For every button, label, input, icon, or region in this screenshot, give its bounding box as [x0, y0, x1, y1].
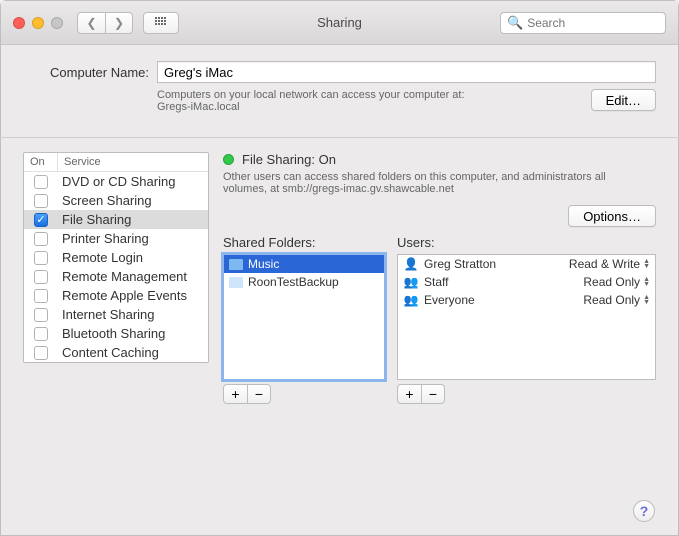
user-icon: 👤 [403, 257, 419, 271]
service-checkbox[interactable] [34, 289, 48, 303]
service-checkbox[interactable] [34, 308, 48, 322]
permission-stepper[interactable]: ▲▼ [643, 295, 650, 305]
service-name: DVD or CD Sharing [58, 174, 175, 189]
permission-value: Read Only [583, 293, 640, 307]
folder-name: RoonTestBackup [248, 275, 339, 289]
options-button[interactable]: Options… [568, 205, 656, 227]
status-indicator-icon [223, 154, 234, 165]
status-description: Other users can access shared folders on… [223, 171, 633, 195]
remove-folder-button[interactable]: − [247, 384, 271, 404]
service-row[interactable]: Bluetooth Sharing [24, 324, 208, 343]
forward-button[interactable]: ❯ [105, 12, 133, 34]
window-controls [13, 17, 63, 29]
grid-icon [155, 17, 167, 29]
service-row[interactable]: DVD or CD Sharing [24, 172, 208, 191]
computer-name-label: Computer Name: [23, 65, 149, 80]
service-name: Printer Sharing [58, 231, 149, 246]
service-row[interactable]: Screen Sharing [24, 191, 208, 210]
service-name: Screen Sharing [58, 193, 152, 208]
zoom-icon[interactable] [51, 17, 63, 29]
service-name: Remote Login [58, 250, 143, 265]
service-checkbox[interactable] [34, 232, 48, 246]
service-checkbox[interactable] [34, 194, 48, 208]
service-name: Bluetooth Sharing [58, 326, 165, 341]
service-checkbox[interactable] [34, 251, 48, 265]
service-row[interactable]: Remote Apple Events [24, 286, 208, 305]
edit-button[interactable]: Edit… [591, 89, 656, 111]
add-user-button[interactable]: + [397, 384, 421, 404]
folder-name: Music [248, 257, 279, 271]
service-name: Content Caching [58, 345, 159, 360]
service-checkbox[interactable] [34, 270, 48, 284]
show-all-button[interactable] [143, 12, 179, 34]
folder-icon [229, 277, 243, 288]
back-button[interactable]: ❮ [77, 12, 105, 34]
help-button[interactable]: ? [633, 500, 655, 522]
col-on[interactable]: On [24, 153, 58, 171]
folder-item[interactable]: RoonTestBackup [224, 273, 384, 291]
service-row[interactable]: Remote Login [24, 248, 208, 267]
titlebar: ❮ ❯ Sharing 🔍 [1, 1, 678, 45]
service-checkbox[interactable]: ✓ [34, 213, 48, 227]
permission-value: Read & Write [569, 257, 640, 271]
shared-folders-list[interactable]: Music RoonTestBackup [223, 254, 385, 380]
users-list[interactable]: 👤Greg StrattonRead & Write▲▼👥StaffRead O… [397, 254, 656, 380]
search-field[interactable]: 🔍 [500, 12, 666, 34]
service-name: Internet Sharing [58, 307, 155, 322]
add-folder-button[interactable]: + [223, 384, 247, 404]
col-service[interactable]: Service [58, 153, 208, 171]
user-item[interactable]: 👥 Staff Read Only▲▼ [398, 273, 655, 291]
users-label: Users: [397, 235, 656, 250]
service-row[interactable]: Content Caching [24, 343, 208, 362]
service-row[interactable]: ✓ File Sharing [24, 210, 208, 229]
network-address: Gregs-iMac.local [157, 101, 240, 113]
group-icon: 👥 [403, 275, 419, 289]
permission-stepper[interactable]: ▲▼ [643, 277, 650, 287]
search-input[interactable] [527, 16, 659, 30]
user-name: Everyone [424, 293, 475, 307]
nav-segment: ❮ ❯ [77, 12, 133, 34]
service-row[interactable]: Internet Sharing [24, 305, 208, 324]
remove-user-button[interactable]: − [421, 384, 445, 404]
service-row[interactable]: Printer Sharing [24, 229, 208, 248]
service-name: Remote Management [58, 269, 187, 284]
close-icon[interactable] [13, 17, 25, 29]
minimize-icon[interactable] [32, 17, 44, 29]
user-item[interactable]: 👤 Greg Stratton Read & Write▲▼ [398, 255, 655, 273]
computer-name-field[interactable] [157, 61, 656, 83]
permission-stepper[interactable]: ▲▼ [643, 259, 650, 269]
user-item[interactable]: 👥 Everyone Read Only▲▼ [398, 291, 655, 309]
group-icon: 👥 [403, 293, 419, 307]
service-checkbox[interactable] [34, 346, 48, 360]
search-icon: 🔍 [507, 15, 523, 31]
shared-folders-label: Shared Folders: [223, 235, 385, 250]
folder-item[interactable]: Music [224, 255, 384, 273]
services-list: On Service DVD or CD Sharing Screen Shari… [23, 152, 209, 363]
service-name: File Sharing [58, 212, 131, 227]
service-checkbox[interactable] [34, 175, 48, 189]
user-name: Greg Stratton [424, 257, 496, 271]
folder-icon [229, 259, 243, 270]
status-title: File Sharing: On [242, 152, 336, 167]
service-row[interactable]: Remote Management [24, 267, 208, 286]
service-checkbox[interactable] [34, 327, 48, 341]
permission-value: Read Only [583, 275, 640, 289]
user-name: Staff [424, 275, 448, 289]
service-name: Remote Apple Events [58, 288, 187, 303]
network-hint: Computers on your local network can acce… [157, 89, 465, 101]
